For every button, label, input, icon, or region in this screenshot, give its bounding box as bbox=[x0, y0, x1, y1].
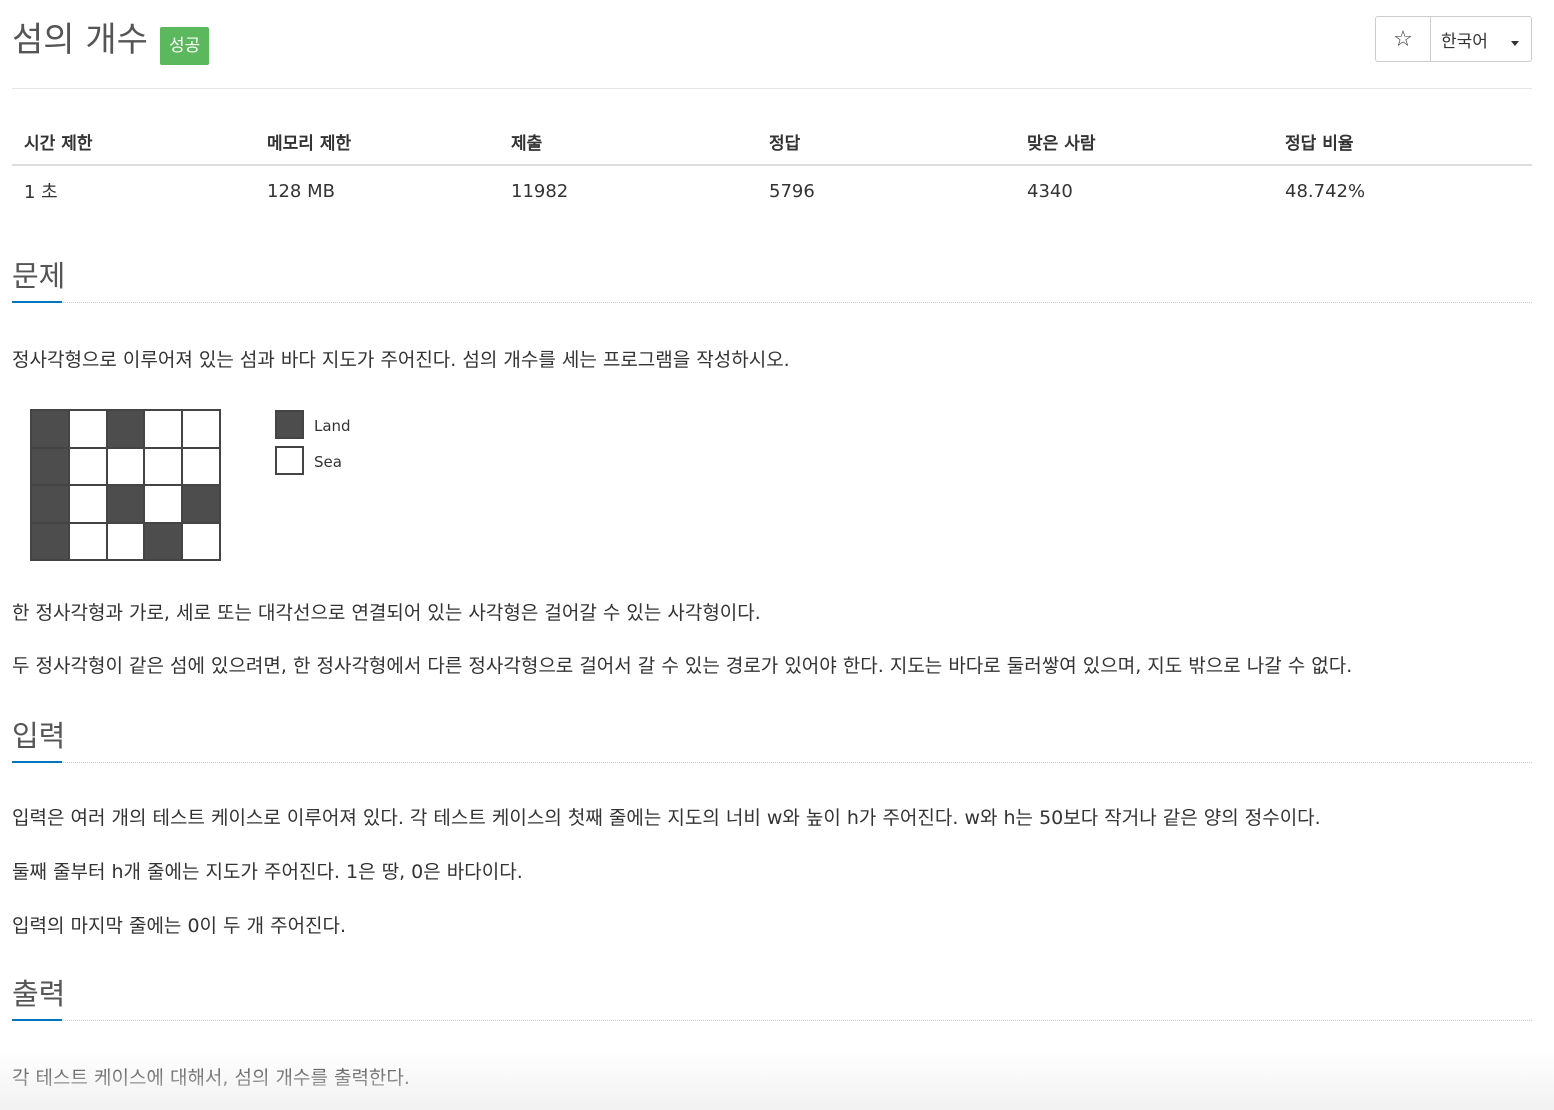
problem-section-title: 문제 bbox=[12, 259, 66, 293]
map-cell-sea bbox=[144, 447, 183, 485]
map-cell-land bbox=[31, 410, 69, 448]
star-button[interactable]: ☆ bbox=[1376, 17, 1431, 61]
map-cell-sea bbox=[68, 447, 107, 485]
output-section-title: 출력 bbox=[12, 977, 66, 1011]
section-accent-bar bbox=[12, 761, 62, 763]
stats-header-row: 시간 제한 메모리 제한 제출 정답 맞은 사람 정답 비율 bbox=[12, 118, 1532, 166]
stats-value-row: 1 초 128 MB 11982 5796 4340 48.742% bbox=[12, 165, 1532, 216]
title-row: 섬의 개수 성공 ☆ 한국어 bbox=[12, 14, 1532, 70]
section-divider bbox=[12, 302, 1532, 303]
stats-header-accepted: 정답 bbox=[757, 118, 1015, 166]
map-cell-sea bbox=[144, 410, 183, 448]
map-cell-land bbox=[31, 447, 69, 485]
stats-value-submissions: 11982 bbox=[511, 180, 569, 202]
legend-label-sea: Sea bbox=[314, 453, 342, 471]
map-cell-sea bbox=[182, 447, 220, 485]
map-cell-sea bbox=[106, 522, 145, 560]
stats-header-accept-ratio: 정답 비율 bbox=[1273, 118, 1532, 166]
output-paragraph: 각 테스트 케이스에 대해서, 섬의 개수를 출력한다. bbox=[12, 1067, 410, 1089]
section-accent-bar bbox=[12, 1019, 62, 1021]
stats-value-solved-users: 4340 bbox=[1027, 180, 1073, 202]
map-cell-land bbox=[182, 485, 220, 523]
sea-swatch bbox=[275, 446, 304, 475]
language-dropdown[interactable]: 한국어 bbox=[1431, 17, 1531, 61]
map-cell-sea bbox=[106, 447, 145, 485]
legend-label-land: Land bbox=[314, 417, 351, 435]
map-cell-land bbox=[31, 522, 69, 560]
output-section-header: 출력 bbox=[12, 976, 1532, 1021]
status-badge: 성공 bbox=[160, 27, 210, 65]
problem-description: 정사각형으로 이루어져 있는 섬과 바다 지도가 주어진다. 섬의 개수를 세는… bbox=[12, 349, 790, 371]
stats-value-memory-limit: 128 MB bbox=[267, 180, 335, 202]
input-section-title: 입력 bbox=[12, 719, 66, 753]
caret-down-icon bbox=[1511, 41, 1519, 46]
stats-value-accept-ratio: 48.742% bbox=[1285, 180, 1366, 202]
map-cell-sea bbox=[182, 522, 220, 560]
island-map-grid bbox=[30, 409, 221, 561]
page-title: 섬의 개수 bbox=[12, 20, 148, 60]
section-accent-bar bbox=[12, 301, 62, 303]
header-divider bbox=[12, 88, 1532, 89]
section-divider bbox=[12, 1020, 1532, 1021]
problem-paragraph-path: 두 정사각형이 같은 섬에 있으려면, 한 정사각형에서 다른 정사각형으로 걸… bbox=[12, 655, 1353, 677]
language-label: 한국어 bbox=[1441, 31, 1488, 52]
map-cell-sea bbox=[68, 410, 107, 448]
problem-paragraph-adjacency: 한 정사각형과 가로, 세로 또는 대각선으로 연결되어 있는 사각형은 걸어갈… bbox=[12, 602, 761, 624]
star-icon: ☆ bbox=[1393, 26, 1413, 52]
map-cell-sea bbox=[182, 410, 220, 448]
stats-header-memory-limit: 메모리 제한 bbox=[255, 118, 499, 166]
stats-value-accepted: 5796 bbox=[769, 180, 815, 202]
map-cell-sea bbox=[144, 485, 183, 523]
stats-value-time-limit: 1 초 bbox=[24, 182, 58, 203]
island-map-figure: Land Sea bbox=[30, 404, 390, 568]
problem-section-header: 문제 bbox=[12, 258, 1532, 303]
input-paragraph-1: 입력은 여러 개의 테스트 케이스로 이루어져 있다. 각 테스트 케이스의 첫… bbox=[12, 807, 1321, 829]
input-section-header: 입력 bbox=[12, 718, 1532, 763]
stats-header-submissions: 제출 bbox=[499, 118, 757, 166]
stats-header-time-limit: 시간 제한 bbox=[12, 118, 255, 166]
map-cell-land bbox=[106, 485, 145, 523]
stats-header-solved-users: 맞은 사람 bbox=[1015, 118, 1273, 166]
input-paragraph-2: 둘째 줄부터 h개 줄에는 지도가 주어진다. 1은 땅, 0은 바다이다. bbox=[12, 861, 523, 883]
land-swatch bbox=[275, 410, 304, 439]
header-button-group: ☆ 한국어 bbox=[1375, 16, 1532, 62]
map-cell-sea bbox=[68, 485, 107, 523]
map-cell-land bbox=[31, 485, 69, 523]
input-paragraph-3: 입력의 마지막 줄에는 0이 두 개 주어진다. bbox=[12, 915, 347, 937]
map-cell-land bbox=[106, 410, 145, 448]
section-divider bbox=[12, 762, 1532, 763]
map-cell-sea bbox=[68, 522, 107, 560]
map-cell-land bbox=[144, 522, 183, 560]
problem-stats-table: 시간 제한 메모리 제한 제출 정답 맞은 사람 정답 비율 1 초 128 M… bbox=[12, 118, 1532, 216]
